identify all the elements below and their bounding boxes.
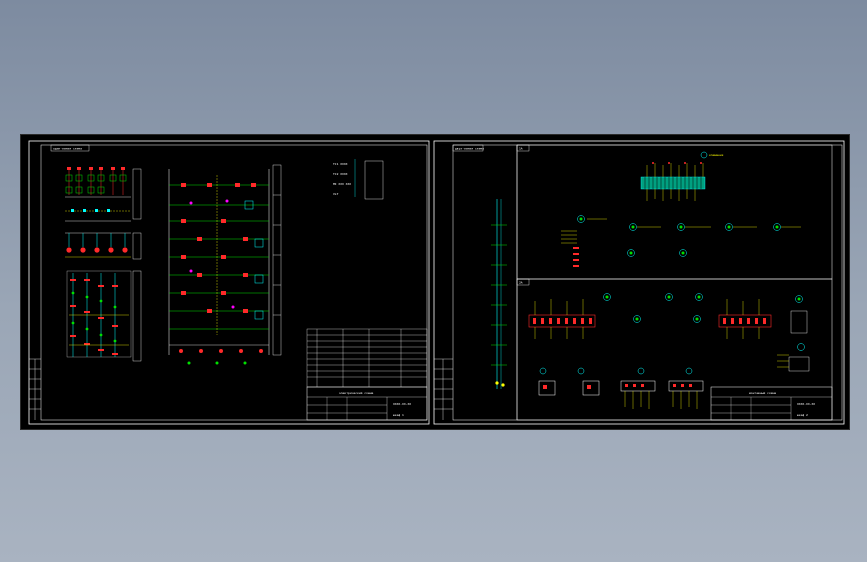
device-row-lower (603, 293, 810, 372)
right-label-column (272, 164, 282, 356)
connector-row (538, 367, 704, 409)
legend-row-1: TC1 XXXX (333, 162, 348, 166)
motor-group (65, 232, 131, 258)
breaker-group-top (65, 167, 131, 222)
cad-drawing-viewport[interactable]: один-линия схема TC1 XXXX TC2 XXXX MI XX… (20, 134, 850, 430)
lamp-row (169, 344, 269, 365)
right-drawing-no: XXXX-XX-XX (797, 402, 815, 406)
legend-row-2: TC2 XXXX (333, 172, 348, 176)
parts-table (306, 328, 428, 388)
main-ladder (168, 169, 270, 355)
upper-panel: 1A клеммник (516, 144, 833, 280)
terminal-block-caption: клеммник (709, 153, 724, 157)
upper-panel-tag: 1A (519, 147, 523, 151)
terminal-bar-left (528, 299, 596, 339)
right-sheet-title-tag: двух-линия схема (455, 147, 484, 151)
cable-trunk (491, 199, 507, 389)
right-title-caption: монтажный схема (749, 391, 776, 395)
legend-block: TC1 XXXX TC2 XXXX MI XXX XXX VLT (333, 159, 384, 200)
legend-row-4: VLT (333, 192, 339, 196)
label-columns (132, 168, 142, 362)
title-block-left: электрический схема XXXX-XX-XX шкаф 1 (306, 386, 428, 421)
control-ladder-left (66, 270, 132, 358)
lower-panel-tag: 2A (519, 281, 523, 285)
terminal-bar-right (718, 299, 772, 339)
left-drawing-no: XXXX-XX-XX (393, 402, 411, 406)
right-sheet: двух-линия схема 1A клеммник 2A монтажны… (433, 140, 845, 425)
left-sheet: один-линия схема TC1 XXXX TC2 XXXX MI XX… (28, 140, 430, 425)
lower-panel: 2A монтажный схема XXXX-XX-XX шкаф 2 (516, 278, 833, 421)
right-margin-strip (434, 358, 453, 420)
cad-drawing: один-линия схема TC1 XXXX TC2 XXXX MI XX… (28, 140, 845, 425)
left-sheet-label: шкаф 1 (393, 413, 404, 417)
left-margin-strip (29, 358, 41, 420)
terminal-strip (640, 162, 706, 201)
left-title-caption: электрический схема (339, 391, 374, 395)
right-sheet-label: шкаф 2 (797, 413, 808, 417)
title-block-right: монтажный схема XXXX-XX-XX шкаф 2 (710, 386, 833, 421)
left-sheet-title-tag: один-линия схема (53, 147, 82, 151)
legend-row-3: MI XXX XXX (333, 182, 351, 186)
device-row-upper (561, 215, 801, 267)
